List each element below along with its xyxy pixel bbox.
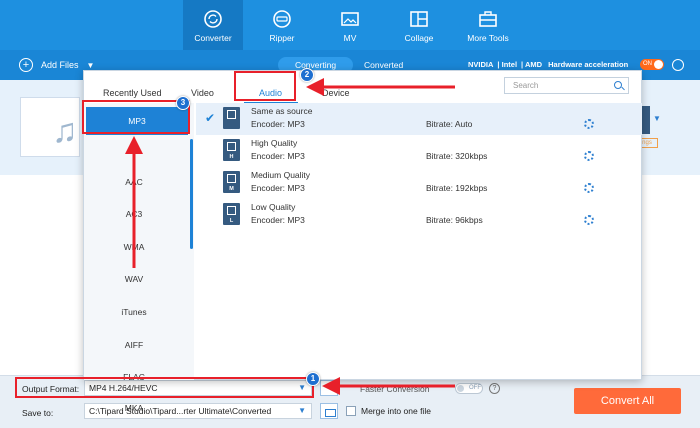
convert-all-button[interactable]: Convert All bbox=[574, 388, 681, 414]
save-to-label: Save to: bbox=[22, 408, 54, 418]
nav-mv-label: MV bbox=[343, 33, 357, 43]
preset-row[interactable]: ✔ Same as source Encoder: MP3 Bitrate: A… bbox=[196, 103, 642, 135]
nav-ripper[interactable]: Ripper bbox=[252, 0, 312, 50]
hardware-acceleration-toggle[interactable]: ON bbox=[640, 59, 664, 70]
nav-more-tools-label: More Tools bbox=[467, 33, 509, 43]
quality-badge: H bbox=[229, 154, 234, 160]
step-badge-2: 2 bbox=[300, 68, 314, 82]
gear-icon[interactable] bbox=[584, 215, 594, 225]
format-item-wma[interactable]: WMA bbox=[84, 242, 184, 252]
audio-file-icon: H bbox=[223, 139, 240, 161]
format-item-aac[interactable]: AAC bbox=[84, 177, 184, 187]
preset-list: ✔ Same as source Encoder: MP3 Bitrate: A… bbox=[196, 103, 642, 380]
preset-row[interactable]: H High Quality Encoder: MP3 Bitrate: 320… bbox=[196, 135, 642, 167]
help-icon[interactable]: ? bbox=[489, 383, 500, 394]
preset-name: Same as source bbox=[251, 106, 313, 116]
audio-file-icon: M bbox=[223, 171, 240, 193]
gear-icon[interactable] bbox=[584, 151, 594, 161]
preset-row[interactable]: L Low Quality Encoder: MP3 Bitrate: 96kb… bbox=[196, 199, 642, 231]
nav-converter[interactable]: Converter bbox=[183, 0, 243, 50]
chevron-down-icon[interactable]: ▼ bbox=[87, 61, 95, 70]
window-control-icon[interactable] bbox=[672, 59, 684, 71]
preset-bitrate: Bitrate: 320kbps bbox=[426, 151, 488, 161]
mv-icon bbox=[341, 12, 359, 26]
add-files-label: Add Files bbox=[41, 60, 79, 70]
merge-label: Merge into one file bbox=[361, 406, 431, 416]
tab-converted[interactable]: Converted bbox=[364, 60, 403, 70]
preset-bitrate: Bitrate: Auto bbox=[426, 119, 473, 129]
preset-bitrate: Bitrate: 192kbps bbox=[426, 183, 488, 193]
file-grid-icon bbox=[227, 206, 236, 215]
file-grid-icon bbox=[227, 142, 236, 151]
hardware-acceleration-label: Hardware acceleration bbox=[548, 60, 629, 69]
merge-checkbox[interactable] bbox=[346, 406, 356, 416]
music-note-icon: ♫ bbox=[52, 112, 78, 150]
nav-converter-label: Converter bbox=[194, 33, 232, 43]
copy-file-icon bbox=[223, 107, 240, 129]
preset-encoder: Encoder: MP3 bbox=[251, 151, 305, 161]
converter-icon bbox=[204, 10, 222, 28]
audio-file-icon: L bbox=[223, 203, 240, 225]
tab-recently-used[interactable]: Recently Used bbox=[103, 88, 162, 98]
ripper-icon bbox=[273, 10, 291, 28]
annotation-box-mp3 bbox=[82, 100, 190, 134]
hardware-acceleration-info: NVIDIA | Intel | AMD Hardware acceleration bbox=[468, 60, 629, 69]
step-badge-1: 1 bbox=[306, 372, 320, 386]
format-item-mka[interactable]: MKA bbox=[84, 403, 184, 413]
nav-collage[interactable]: Collage bbox=[389, 0, 449, 50]
annotation-box-audio-tab bbox=[234, 71, 296, 101]
chevron-down-icon: ▼ bbox=[298, 406, 306, 415]
file-grid-icon bbox=[227, 174, 236, 183]
format-item-itunes[interactable]: iTunes bbox=[84, 307, 184, 317]
intel-label: Intel bbox=[501, 60, 518, 69]
search-placeholder: Search bbox=[513, 81, 539, 90]
nav-mv[interactable]: MV bbox=[320, 0, 380, 50]
tab-device[interactable]: Device bbox=[322, 88, 350, 98]
search-icon[interactable] bbox=[614, 81, 622, 89]
file-grid-icon bbox=[227, 110, 236, 119]
output-settings-button[interactable] bbox=[320, 380, 338, 396]
toolbox-icon bbox=[479, 11, 497, 27]
chevron-down-icon[interactable]: ▼ bbox=[653, 114, 661, 123]
format-item-ac3[interactable]: AC3 bbox=[84, 209, 184, 219]
preset-bitrate: Bitrate: 96kbps bbox=[426, 215, 483, 225]
search-input[interactable]: Search bbox=[504, 77, 629, 94]
format-list: MP3 AAC AC3 WMA WAV iTunes AIFF FLAC MKA bbox=[84, 103, 194, 413]
nav-collage-label: Collage bbox=[404, 33, 434, 43]
preset-name: High Quality bbox=[251, 138, 298, 148]
format-list-scrollbar[interactable] bbox=[190, 139, 193, 249]
step-badge-3: 3 bbox=[176, 96, 190, 110]
format-item-wav[interactable]: WAV bbox=[84, 274, 184, 284]
format-item-aiff[interactable]: AIFF bbox=[84, 340, 184, 350]
nav-ripper-label: Ripper bbox=[269, 33, 295, 43]
gear-icon[interactable] bbox=[584, 119, 594, 129]
gear-icon[interactable] bbox=[584, 183, 594, 193]
nvidia-label: NVIDIA bbox=[468, 60, 494, 69]
preset-row[interactable]: M Medium Quality Encoder: MP3 Bitrate: 1… bbox=[196, 167, 642, 199]
top-nav-bar: Converter Ripper MV Collage More Tools bbox=[0, 0, 700, 50]
plus-icon: + bbox=[19, 58, 33, 72]
faster-conversion-label: Faster Conversion bbox=[360, 384, 430, 394]
collage-icon bbox=[410, 11, 428, 27]
preset-name: Low Quality bbox=[251, 202, 296, 212]
preset-name: Medium Quality bbox=[251, 170, 311, 180]
tab-video[interactable]: Video bbox=[191, 88, 214, 98]
amd-label: AMD bbox=[524, 60, 543, 69]
folder-icon[interactable] bbox=[320, 403, 338, 419]
quality-badge: M bbox=[229, 186, 234, 192]
quality-badge: L bbox=[229, 218, 234, 224]
nav-more-tools[interactable]: More Tools bbox=[458, 0, 518, 50]
preset-encoder: Encoder: MP3 bbox=[251, 119, 305, 129]
preset-encoder: Encoder: MP3 bbox=[251, 183, 305, 193]
annotation-box-output-format bbox=[15, 377, 314, 398]
faster-conversion-toggle[interactable]: OFF bbox=[455, 383, 483, 394]
preset-encoder: Encoder: MP3 bbox=[251, 215, 305, 225]
checkmark-icon: ✔ bbox=[205, 111, 216, 125]
